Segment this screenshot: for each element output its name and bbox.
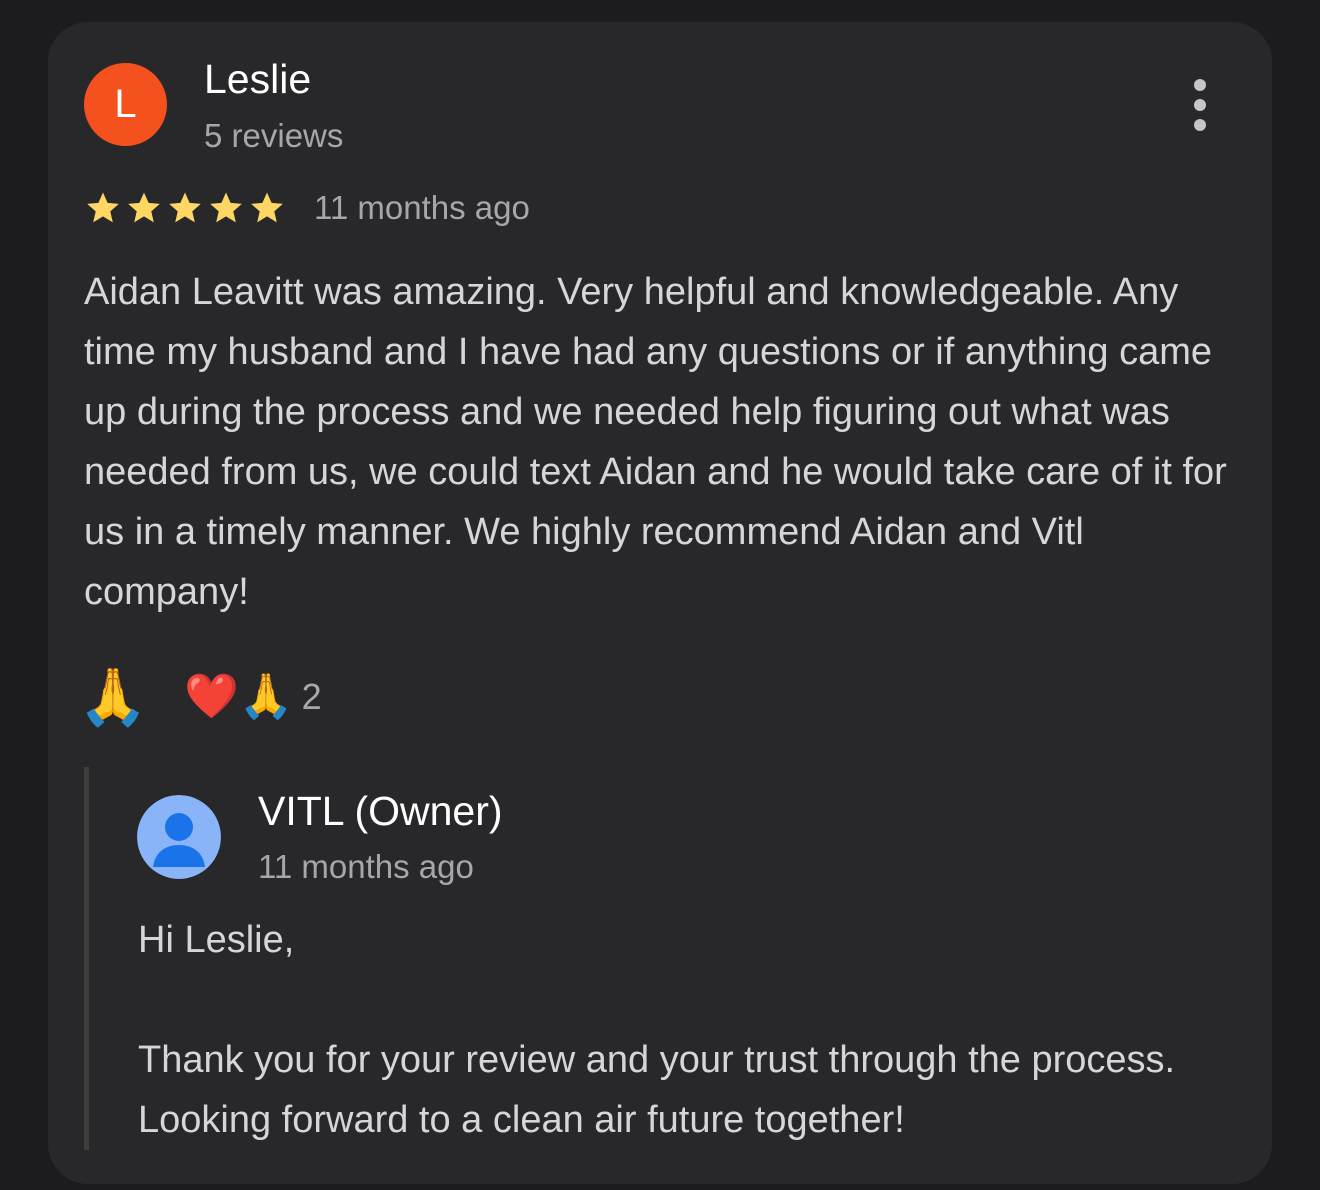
star-icon bbox=[128, 192, 160, 223]
owner-reply-greeting: Hi Leslie, bbox=[138, 919, 295, 961]
reply-divider bbox=[84, 767, 89, 1150]
owner-reply-text: Thank you for your review and your trust… bbox=[138, 1039, 1176, 1141]
reaction-count: 2 bbox=[301, 676, 322, 717]
reaction-summary[interactable]: ❤️🙏 2 bbox=[184, 662, 322, 732]
star-icon bbox=[210, 192, 242, 223]
star-icon bbox=[87, 192, 119, 223]
star-rating bbox=[84, 188, 286, 228]
more-options-button[interactable] bbox=[1176, 76, 1224, 134]
more-vert-icon bbox=[1194, 79, 1206, 131]
review-text: Aidan Leavitt was amazing. Very helpful … bbox=[84, 271, 1227, 613]
review-card: L Leslie 5 reviews 11 months ago Aidan L… bbox=[48, 22, 1272, 1184]
review-date: 11 months ago bbox=[314, 189, 530, 226]
reaction-emojis: ❤️🙏 bbox=[184, 672, 294, 721]
person-icon bbox=[137, 795, 221, 879]
owner-name: VITL (Owner) bbox=[258, 788, 503, 834]
star-icon bbox=[251, 192, 283, 223]
reviewer-avatar[interactable]: L bbox=[84, 63, 167, 146]
add-reaction-button[interactable]: 🙏 bbox=[76, 662, 150, 732]
star-icon bbox=[169, 192, 201, 223]
reviewer-review-count[interactable]: 5 reviews bbox=[204, 116, 343, 156]
owner-reply-date: 11 months ago bbox=[258, 848, 474, 885]
avatar-letter: L bbox=[114, 82, 137, 126]
owner-avatar bbox=[137, 795, 221, 879]
reviewer-name[interactable]: Leslie bbox=[204, 54, 311, 104]
reactions-row: 🙏 ❤️🙏 2 bbox=[76, 662, 322, 732]
